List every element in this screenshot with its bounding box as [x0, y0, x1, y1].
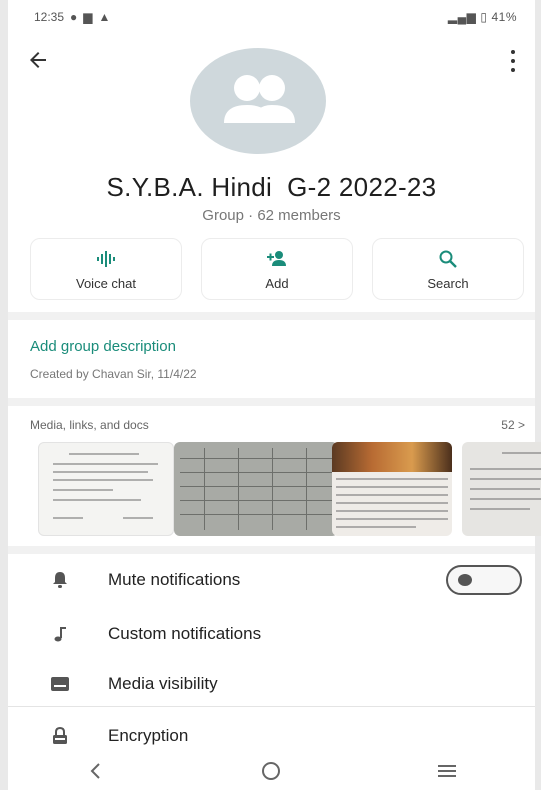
nav-home-button[interactable]	[251, 759, 291, 783]
media-visibility-row[interactable]: Media visibility	[8, 660, 535, 708]
mute-notifications-label: Mute notifications	[108, 570, 241, 589]
screen-frame-right	[535, 0, 541, 790]
chevron-left-icon	[90, 763, 100, 779]
voice-wave-icon	[97, 250, 115, 267]
menu-lines-icon	[438, 765, 457, 777]
description-section: Add group description Created by Chavan …	[30, 338, 197, 381]
media-thumbnail[interactable]	[462, 442, 541, 536]
mute-toggle[interactable]	[446, 565, 522, 595]
section-divider	[8, 546, 535, 554]
media-header[interactable]: Media, links, and docs 52 >	[30, 418, 525, 432]
group-meta: Group · 62 members	[202, 207, 341, 224]
voice-chat-label: Voice chat	[76, 275, 136, 291]
custom-notifications-label: Custom notifications	[108, 624, 262, 643]
section-divider	[8, 706, 535, 707]
battery-icon: ▯	[480, 10, 488, 24]
bell-icon	[53, 572, 67, 588]
screen-frame-left	[0, 0, 8, 790]
action-buttons: Voice chat Add Search	[30, 238, 524, 300]
section-divider	[8, 398, 535, 406]
nav-recents-button[interactable]	[427, 759, 467, 783]
battery-level: 41%	[491, 10, 517, 24]
message-icon: ▆	[83, 10, 93, 24]
media-thumbnail[interactable]	[38, 442, 174, 536]
location-icon: ●	[70, 10, 78, 24]
group-name: S.Y.B.A. Hindi G-2 2022-23	[106, 172, 437, 202]
media-thumbnail[interactable]	[332, 442, 452, 536]
search-icon	[439, 250, 457, 268]
system-nav-bar	[8, 752, 535, 790]
section-divider	[8, 312, 535, 320]
add-label: Add	[265, 275, 289, 291]
add-group-description-link[interactable]: Add group description	[30, 338, 197, 355]
music-note-icon	[54, 627, 66, 642]
search-label: Search	[427, 275, 469, 291]
media-title: Media, links, and docs	[30, 418, 149, 432]
media-strip	[30, 442, 541, 538]
media-visibility-label: Media visibility	[108, 674, 218, 693]
media-thumbnail[interactable]	[174, 442, 338, 536]
nav-back-button[interactable]	[76, 759, 116, 783]
created-by-text: Created by Chavan Sir, 11/4/22	[30, 367, 197, 381]
voice-chat-button[interactable]: Voice chat	[30, 238, 182, 300]
status-time: 12:35	[34, 10, 65, 24]
group-avatar[interactable]	[190, 48, 326, 154]
status-right: ▂▄▆ ▯ 41%	[448, 10, 517, 24]
toggle-knob	[458, 574, 472, 586]
alert-icon: ▲	[98, 10, 111, 24]
encryption-label: Encryption	[108, 726, 189, 745]
add-person-icon	[267, 250, 286, 266]
signal-icon: ▂▄▆	[447, 10, 477, 24]
lock-icon	[53, 726, 67, 744]
status-left: 12:35 ● ▆ ▲	[34, 10, 110, 24]
custom-notifications-row[interactable]: Custom notifications	[8, 610, 535, 658]
home-circle-icon	[262, 762, 281, 780]
media-count[interactable]: 52 >	[501, 418, 525, 432]
back-arrow-icon[interactable]	[26, 48, 50, 72]
image-icon	[51, 677, 69, 691]
search-button[interactable]: Search	[372, 238, 524, 300]
more-options-icon[interactable]	[507, 50, 519, 72]
status-bar: 12:35 ● ▆ ▲ ▂▄▆ ▯ 41%	[8, 0, 535, 34]
add-member-button[interactable]: Add	[201, 238, 353, 300]
